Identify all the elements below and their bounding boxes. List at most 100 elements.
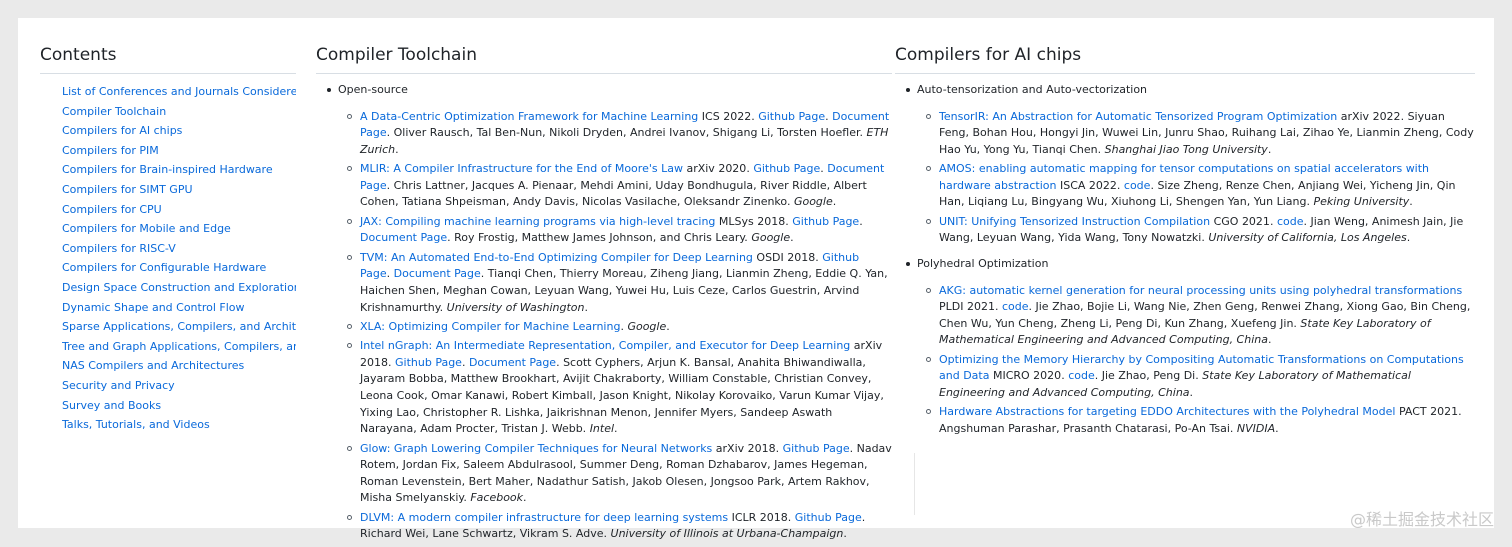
paper-entry: AKG: automatic kernel generation for neu… xyxy=(917,283,1475,349)
contents-link[interactable]: Compilers for Configurable Hardware xyxy=(62,261,266,274)
contents-heading: Contents xyxy=(40,45,296,74)
paper-venue: MICRO 2020 xyxy=(992,369,1062,383)
ai-chips-group-list: Auto-tensorization and Auto-vectorizatio… xyxy=(906,82,1475,440)
contents-list-item: Compilers for CPU xyxy=(62,200,296,220)
paper-institution: NVIDIA xyxy=(1236,421,1276,435)
paper-title-link[interactable]: TensorIR: An Abstraction for Automatic T… xyxy=(939,110,1337,123)
toolchain-group-list: Open-source A Data-Centric Optimization … xyxy=(327,82,892,546)
contents-link[interactable]: Sparse Applications, Compilers, and Arch… xyxy=(62,320,296,333)
paper-title-link[interactable]: DLVM: A modern compiler infrastructure f… xyxy=(360,511,728,524)
paper-title-link[interactable]: JAX: Compiling machine learning programs… xyxy=(360,215,715,228)
contents-link[interactable]: List of Conferences and Journals Conside… xyxy=(62,85,296,98)
paper-title-link[interactable]: Intel nGraph: An Intermediate Representa… xyxy=(360,339,850,352)
contents-list-item: Dynamic Shape and Control Flow xyxy=(62,298,296,318)
group-label: Open-source xyxy=(338,83,408,96)
paper-title-link[interactable]: UNIT: Unifying Tensorized Instruction Co… xyxy=(939,215,1210,228)
contents-link[interactable]: Dynamic Shape and Control Flow xyxy=(62,301,245,314)
contents-link[interactable]: Tree and Graph Applications, Compilers, … xyxy=(62,340,296,353)
paper-resource-link[interactable]: Github Page xyxy=(795,511,862,524)
paper-venue: OSDI 2018 xyxy=(756,250,816,264)
contents-list-item: List of Conferences and Journals Conside… xyxy=(62,82,296,102)
paper-entry: XLA: Optimizing Compiler for Machine Lea… xyxy=(338,319,892,336)
paper-authors: Richard Wei, Lane Schwartz, Vikram S. Ad… xyxy=(360,527,608,541)
contents-list-item: Survey and Books xyxy=(62,396,296,416)
paper-venue: ISCA 2022 xyxy=(1059,178,1117,192)
contents-link[interactable]: Compilers for CPU xyxy=(62,203,162,216)
paper-resource-link[interactable]: Github Page xyxy=(753,162,820,175)
paper-entry: TensorIR: An Abstraction for Automatic T… xyxy=(917,109,1475,159)
paper-resource-link[interactable]: code xyxy=(1068,369,1095,382)
paper-authors: Roy Frostig, Matthew James Johnson, and … xyxy=(454,231,748,245)
paper-venue: ICLR 2018 xyxy=(731,510,788,524)
toolchain-heading: Compiler Toolchain xyxy=(316,45,892,74)
paper-resource-link[interactable]: code xyxy=(1277,215,1304,228)
paper-venue: arXiv 2022 xyxy=(1340,109,1401,123)
contents-link[interactable]: Compiler Toolchain xyxy=(62,105,166,118)
paper-list: AKG: automatic kernel generation for neu… xyxy=(917,283,1475,438)
paper-entry: Optimizing the Memory Hierarchy by Compo… xyxy=(917,352,1475,402)
paper-entry: Intel nGraph: An Intermediate Representa… xyxy=(338,338,892,438)
contents-list-item: Compiler Toolchain xyxy=(62,102,296,122)
paper-resource-link[interactable]: Github Page xyxy=(783,442,850,455)
divider xyxy=(914,453,915,515)
contents-link[interactable]: Design Space Construction and Exploratio… xyxy=(62,281,296,294)
contents-list-item: Compilers for RISC-V xyxy=(62,239,296,259)
paper-venue: arXiv 2018 xyxy=(715,441,776,455)
contents-link[interactable]: NAS Compilers and Architectures xyxy=(62,359,244,372)
group-item: Open-source A Data-Centric Optimization … xyxy=(327,82,892,543)
paper-venue: CGO 2021 xyxy=(1213,214,1270,228)
contents-link[interactable]: Survey and Books xyxy=(62,399,161,412)
paper-resource-link[interactable]: code xyxy=(1124,179,1151,192)
contents-link[interactable]: Compilers for PIM xyxy=(62,144,159,157)
contents-link[interactable]: Compilers for Brain-inspired Hardware xyxy=(62,163,273,176)
paper-title-link[interactable]: XLA: Optimizing Compiler for Machine Lea… xyxy=(360,320,620,333)
contents-list-item: Compilers for SIMT GPU xyxy=(62,180,296,200)
contents-link[interactable]: Talks, Tutorials, and Videos xyxy=(62,418,210,431)
group-item: Auto-tensorization and Auto-vectorizatio… xyxy=(906,82,1475,247)
paper-title-link[interactable]: A Data-Centric Optimization Framework fo… xyxy=(360,110,698,123)
paper-resource-link[interactable]: code xyxy=(1002,300,1029,313)
paper-title-link[interactable]: AKG: automatic kernel generation for neu… xyxy=(939,284,1462,297)
paper-entry: JAX: Compiling machine learning programs… xyxy=(338,214,892,247)
contents-link[interactable]: Compilers for Mobile and Edge xyxy=(62,222,231,235)
paper-resource-link[interactable]: Document Page xyxy=(469,356,556,369)
paper-authors: Jie Zhao, Peng Di. xyxy=(1101,369,1199,383)
contents-list-item: Tree and Graph Applications, Compilers, … xyxy=(62,337,296,357)
group-label: Polyhedral Optimization xyxy=(917,256,1049,270)
paper-institution: University of California, Los Angeles xyxy=(1208,231,1407,245)
contents-list-item: Compilers for Mobile and Edge xyxy=(62,219,296,239)
readme-page: Contents List of Conferences and Journal… xyxy=(18,18,1494,540)
paper-list: A Data-Centric Optimization Framework fo… xyxy=(338,109,892,543)
paper-institution: University of Illinois at Urbana-Champai… xyxy=(610,527,844,541)
contents-list-item: Compilers for Brain-inspired Hardware xyxy=(62,160,296,180)
contents-link[interactable]: Compilers for RISC-V xyxy=(62,242,176,255)
paper-institution: Shanghai Jiao Tong University xyxy=(1104,142,1268,156)
paper-title-link[interactable]: MLIR: A Compiler Infrastructure for the … xyxy=(360,162,683,175)
contents-list-item: Compilers for PIM xyxy=(62,141,296,161)
paper-title-link[interactable]: Glow: Graph Lowering Compiler Techniques… xyxy=(360,442,712,455)
paper-institution: Intel xyxy=(589,422,615,436)
paper-resource-link[interactable]: Github Page xyxy=(758,110,825,123)
watermark: @稀土掘金技术社区 xyxy=(1349,510,1494,529)
ai-chips-heading: Compilers for AI chips xyxy=(895,45,1475,74)
paper-institution: Facebook xyxy=(470,491,524,505)
paper-entry: A Data-Centric Optimization Framework fo… xyxy=(338,109,892,159)
paper-venue: PLDI 2021 xyxy=(939,300,995,314)
paper-resource-link[interactable]: Document Page xyxy=(360,231,447,244)
paper-title-link[interactable]: TVM: An Automated End-to-End Optimizing … xyxy=(360,251,753,264)
paper-title-link[interactable]: Hardware Abstractions for targeting EDDO… xyxy=(939,405,1395,418)
paper-institution: University of Washington xyxy=(446,300,585,314)
paper-entry: Glow: Graph Lowering Compiler Techniques… xyxy=(338,441,892,507)
group-label: Auto-tensorization and Auto-vectorizatio… xyxy=(917,83,1148,96)
paper-authors: Angshuman Parashar, Prasanth Chatarasi, … xyxy=(939,421,1234,435)
contents-list-item: Sparse Applications, Compilers, and Arch… xyxy=(62,317,296,337)
paper-resource-link[interactable]: Github Page xyxy=(395,356,462,369)
paper-resource-link[interactable]: Document Page xyxy=(394,267,481,280)
contents-link[interactable]: Compilers for SIMT GPU xyxy=(62,183,193,196)
contents-link[interactable]: Compilers for AI chips xyxy=(62,124,182,137)
paper-venue: ICS 2022 xyxy=(701,109,752,123)
paper-venue: arXiv 2020 xyxy=(686,162,747,176)
contents-list-item: Design Space Construction and Exploratio… xyxy=(62,278,296,298)
paper-resource-link[interactable]: Github Page xyxy=(792,215,859,228)
contents-link[interactable]: Security and Privacy xyxy=(62,379,175,392)
